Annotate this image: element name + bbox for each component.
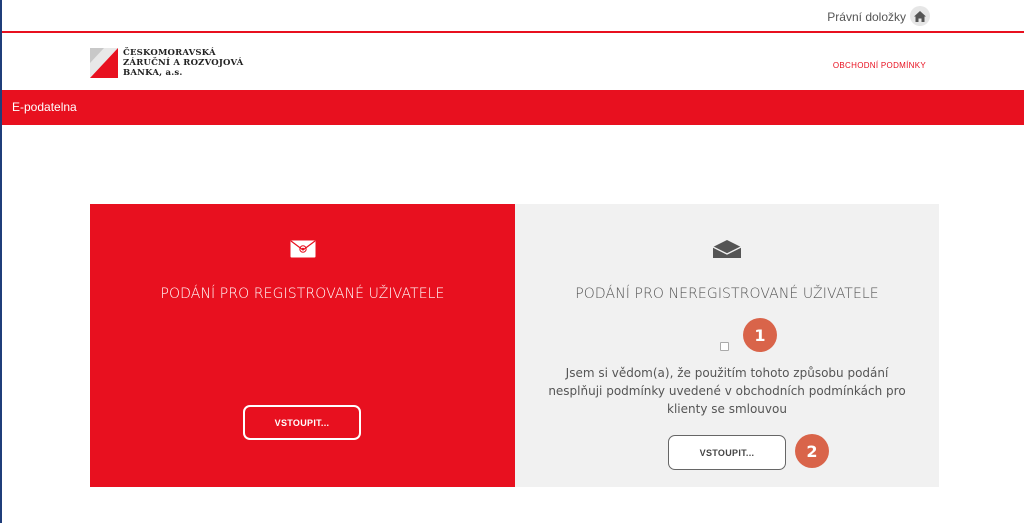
unregistered-title: PODÁNÍ PRO NEREGISTROVANÉ UŽIVATELE xyxy=(575,286,879,302)
terms-link[interactable]: OBCHODNÍ PODMÍNKY xyxy=(833,61,926,70)
registered-title: PODÁNÍ PRO REGISTROVANÉ UŽIVATELE xyxy=(160,286,445,302)
logo-mark-icon xyxy=(90,48,118,78)
envelope-icon xyxy=(712,240,742,263)
agreement-checkbox[interactable] xyxy=(720,342,729,351)
agreement-text: Jsem si vědom(a), že použitím tohoto způ… xyxy=(548,366,906,416)
logo-line-1: ČESKOMORAVSKÁ xyxy=(123,48,216,58)
logo-line-2: ZÁRUČNÍ A ROZVOJOVÁ xyxy=(123,58,244,68)
main-nav: E-podatelna xyxy=(2,90,1024,125)
enter-registered-button[interactable]: VSTOUPIT... xyxy=(243,405,361,440)
site-header: ČESKOMORAVSKÁ ZÁRUČNÍ A ROZVOJOVÁ BANKA,… xyxy=(2,35,1024,90)
logo-text: ČESKOMORAVSKÁ ZÁRUČNÍ A ROZVOJOVÁ BANKA,… xyxy=(123,48,243,78)
nav-item-e-podatelna[interactable]: E-podatelna xyxy=(12,100,77,114)
step-badge-2: 2 xyxy=(795,434,829,468)
unregistered-panel: PODÁNÍ PRO NEREGISTROVANÉ UŽIVATELE Jsem… xyxy=(515,204,939,487)
top-bar: Právní doložky xyxy=(2,0,1024,33)
email-at-icon xyxy=(290,240,316,263)
legal-notices-link[interactable]: Právní doložky xyxy=(827,10,906,24)
home-icon[interactable] xyxy=(910,6,930,26)
enter-unregistered-button[interactable]: VSTOUPIT... xyxy=(668,435,786,470)
bank-logo[interactable]: ČESKOMORAVSKÁ ZÁRUČNÍ A ROZVOJOVÁ BANKA,… xyxy=(90,48,243,78)
step-badge-1: 1 xyxy=(743,318,777,352)
registered-panel: PODÁNÍ PRO REGISTROVANÉ UŽIVATELE VSTOUP… xyxy=(90,204,515,487)
logo-line-3: BANKA, a.s. xyxy=(123,68,183,78)
